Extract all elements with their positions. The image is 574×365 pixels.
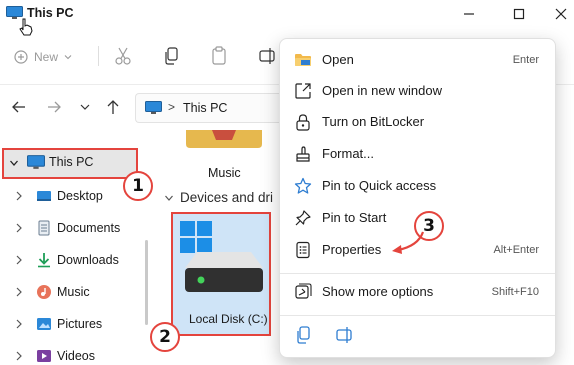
monitor-icon [145,101,162,114]
pictures-icon [37,318,51,330]
paste-icon[interactable] [209,45,229,67]
star-icon [294,177,312,194]
callout-badge-2: 2 [150,322,180,352]
chevron-down-icon [64,55,72,60]
pin-icon [295,210,311,226]
chevron-right-icon[interactable] [14,350,24,362]
sidebar-item-label: Pictures [57,317,103,331]
chevron-right-icon[interactable] [14,286,24,298]
sidebar-item-downloads[interactable]: Downloads [0,247,150,273]
menu-item-bitlocker[interactable]: Turn on BitLocker [284,107,553,137]
new-button-label: New [34,50,59,64]
address-bar[interactable]: > This PC [135,93,295,123]
menu-item-label: Open [322,52,354,67]
music-icon [37,285,51,299]
arrow-left-icon[interactable] [10,98,28,116]
folder-open-icon [295,54,311,66]
menu-item-label: Show more options [322,284,434,299]
disk-label: Local Disk (C:) [189,312,268,326]
sidebar-item-label: Desktop [57,189,103,203]
hand-cursor-icon [19,18,33,36]
chevron-down-icon[interactable] [164,192,174,204]
lock-icon [296,114,310,131]
music-folder-label[interactable]: Music [208,166,241,180]
title-bar: This PC [0,0,574,30]
command-separator [98,46,99,66]
menu-item-pin-quick-access[interactable]: Pin to Quick access [284,171,553,201]
desktop-folder-icon [37,191,51,201]
callout-arrow [392,231,425,254]
properties-icon [296,241,310,259]
sidebar-item-label: Videos [57,349,95,363]
rename-icon[interactable] [335,324,355,346]
menu-item-show-more-options[interactable]: Show more options Shift+F10 [284,277,553,307]
new-button[interactable]: New [14,46,72,68]
menu-item-open-new-window[interactable]: Open in new window [284,76,553,106]
chevron-right-icon[interactable] [14,190,24,202]
videos-icon [37,350,51,362]
chevron-right-icon[interactable] [14,222,24,234]
chevron-right-icon[interactable] [14,254,24,266]
menu-item-open[interactable]: Open Enter [284,45,553,75]
sidebar-item-documents[interactable]: Documents [0,215,150,241]
format-brush-icon [296,146,310,162]
menu-shortcut: Enter [512,54,539,66]
more-options-icon [295,283,312,299]
callout-badge-1: 1 [123,171,153,201]
copy-icon[interactable] [294,324,314,346]
music-folder-icon[interactable] [184,130,264,152]
sidebar-scrollbar[interactable] [145,240,148,325]
sidebar-item-label: This PC [49,155,94,169]
sidebar-item-videos[interactable]: Videos [0,343,150,365]
arrow-right-icon[interactable] [45,98,63,116]
hard-drive-icon [185,252,263,292]
rename-icon[interactable] [258,45,278,67]
chevron-right-icon[interactable] [14,318,24,330]
monitor-icon [27,155,45,169]
copy-icon[interactable] [162,45,182,67]
menu-item-label: Pin to Quick access [322,178,437,193]
open-new-window-icon [295,83,311,99]
menu-item-label: Format... [322,146,375,161]
menu-item-label: Pin to Start [322,210,387,225]
sidebar-item-label: Documents [57,221,121,235]
chevron-down-icon[interactable] [76,98,94,116]
chevron-down-icon[interactable] [9,158,19,168]
sidebar-item-label: Downloads [57,253,119,267]
download-icon [38,253,50,268]
menu-item-label: Open in new window [322,83,442,98]
sidebar-item-music[interactable]: Music [0,279,150,305]
maximize-icon[interactable] [508,3,530,25]
minimize-icon[interactable] [458,3,480,25]
sidebar-item-label: Music [57,285,90,299]
close-icon[interactable] [550,3,572,25]
menu-shortcut: Shift+F10 [491,286,539,298]
local-disk-tile[interactable]: Local Disk (C:) [171,212,271,336]
group-header[interactable]: Devices and dri [180,190,280,205]
breadcrumb[interactable]: This PC [183,101,227,115]
cut-icon[interactable] [113,45,133,67]
breadcrumb-separator: > [168,100,176,114]
menu-separator [280,273,555,274]
arrow-up-icon[interactable] [104,98,122,116]
menu-shortcut: Alt+Enter [493,244,539,256]
documents-icon [38,220,50,236]
menu-item-label: Properties [322,242,382,257]
context-menu: Open Enter Open in new window Turn on Bi… [279,38,556,358]
sidebar-item-this-pc[interactable]: This PC [2,148,138,179]
menu-separator [280,315,555,316]
menu-item-label: Turn on BitLocker [322,114,425,129]
menu-item-format[interactable]: Format... [284,139,553,169]
plus-circle-icon [14,50,28,64]
sidebar-item-pictures[interactable]: Pictures [0,311,150,337]
